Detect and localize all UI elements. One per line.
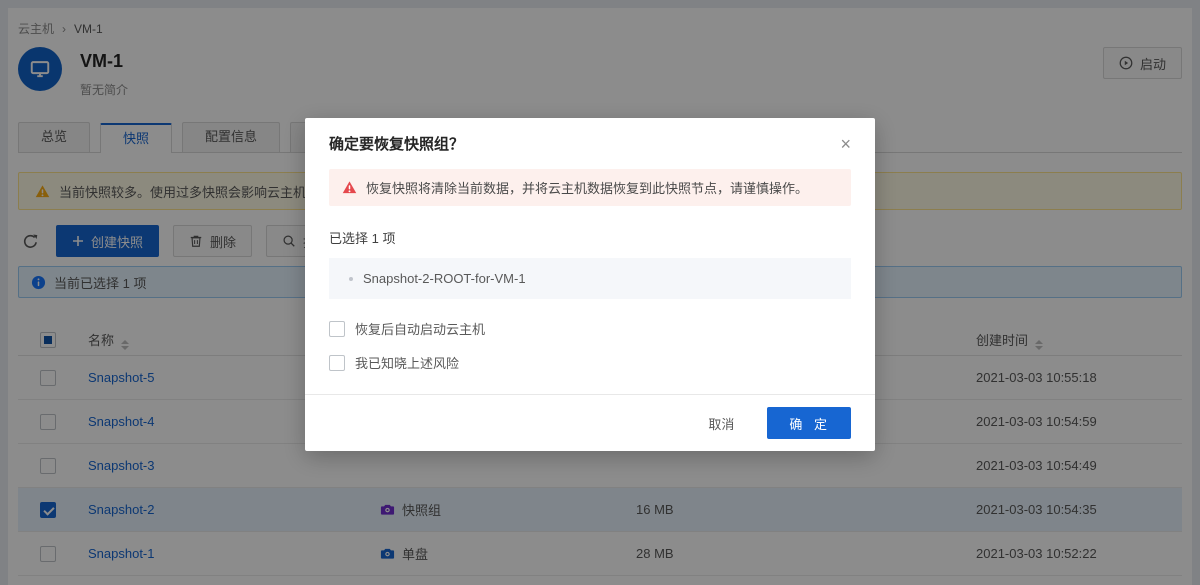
modal-header: 确定要恢复快照组？ × [305,118,875,167]
restore-snapshot-modal: 确定要恢复快照组？ × 恢复快照将清除当前数据，并将云主机数据恢复到此快照节点，… [305,118,875,451]
autostart-checkbox-row[interactable]: 恢复后自动启动云主机 [329,319,851,338]
cancel-button[interactable]: 取消 [693,407,749,439]
risk-ack-checkbox-label: 我已知晓上述风险 [355,353,459,372]
autostart-checkbox-label: 恢复后自动启动云主机 [355,319,485,338]
risk-ack-checkbox[interactable] [329,355,345,371]
autostart-checkbox[interactable] [329,321,345,337]
modal-title: 确定要恢复快照组？ [329,133,464,154]
modal-alert-text: 恢复快照将清除当前数据，并将云主机数据恢复到此快照节点，请谨慎操作。 [366,178,808,197]
modal-footer: 取消 确 定 [305,394,875,451]
selected-snapshot-name: Snapshot-2-ROOT-for-VM-1 [363,271,526,286]
modal-danger-alert: 恢复快照将清除当前数据，并将云主机数据恢复到此快照节点，请谨慎操作。 [329,169,851,206]
close-icon[interactable]: × [840,135,851,153]
risk-ack-checkbox-row[interactable]: 我已知晓上述风险 [329,353,851,372]
confirm-button[interactable]: 确 定 [767,407,851,439]
bullet-dot-icon [349,277,353,281]
selected-count-label: 已选择 1 项 [329,228,851,247]
selected-item-panel: Snapshot-2-ROOT-for-VM-1 [329,258,851,299]
error-triangle-icon [342,180,357,195]
